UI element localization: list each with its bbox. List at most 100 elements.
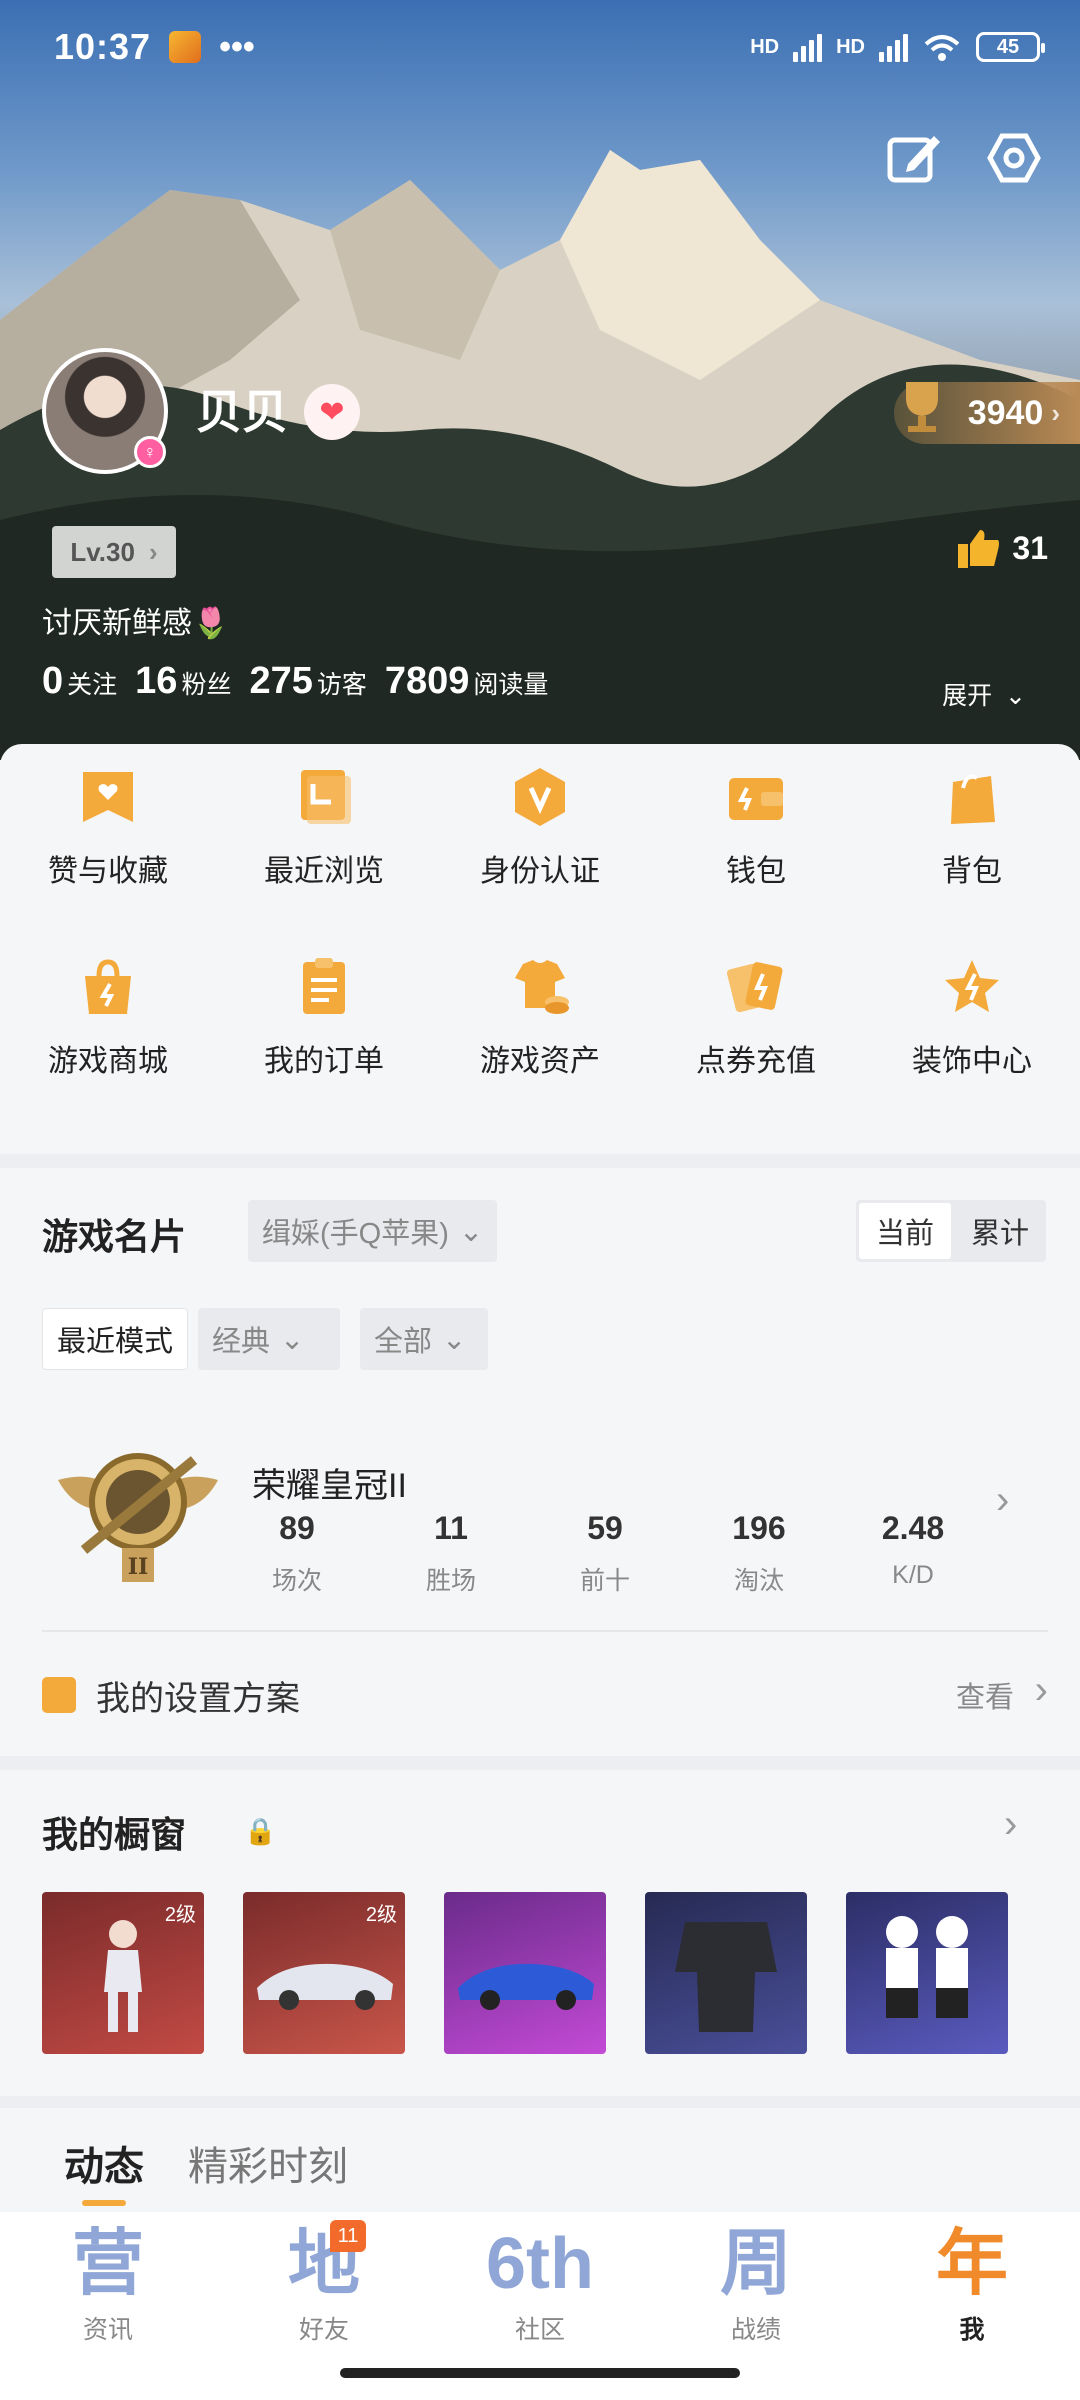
expand-button[interactable]: 展开 ⌄ xyxy=(942,676,1026,712)
section-divider xyxy=(0,1154,1080,1168)
menu-item-orders[interactable]: 我的订单 xyxy=(216,956,432,1080)
heart-icon[interactable]: ❤ xyxy=(304,384,360,440)
stat-value: 196 xyxy=(732,1510,786,1546)
home-indicator[interactable] xyxy=(340,2368,740,2378)
nav-label: 战绩 xyxy=(730,2316,781,2344)
stat-label: 场次 xyxy=(271,1567,322,1595)
profile-page: 10:37 ••• HD HD 45 ♀ 贝贝 ❤ 3940 › Lv.30 ›… xyxy=(0,0,1080,2400)
settings-plan-row[interactable]: 我的设置方案 查看 › xyxy=(42,1668,1048,1720)
menu-item-recharge[interactable]: 点券充值 xyxy=(648,956,864,1080)
showcase-item[interactable]: 2级 xyxy=(42,1892,204,2054)
range-selector[interactable]: 全部 ⌄ xyxy=(360,1308,488,1370)
chevron-down-icon: ⌄ xyxy=(280,1323,305,1356)
trophy-score-badge[interactable]: 3940 › xyxy=(894,382,1080,444)
account-selector[interactable]: 缉婇(手Q苹果) ⌄ xyxy=(248,1200,498,1262)
stat-value: 16 xyxy=(135,660,178,702)
rank-emblem-icon: II xyxy=(58,1453,218,1582)
network-hd-label-1: HD xyxy=(750,35,780,58)
menu-label: 我的订单 xyxy=(264,1045,384,1078)
nav-label: 好友 xyxy=(298,2316,349,2344)
friends-badge: 11 xyxy=(330,2220,366,2252)
nav-news[interactable]: 营 资讯 xyxy=(0,2212,216,2400)
likes-counter[interactable]: 31 xyxy=(958,528,1048,568)
rank-stat-eliminations: 196 淘汰 xyxy=(682,1510,836,1597)
type-label: 经典 xyxy=(212,1326,271,1358)
toggle-cumulative[interactable]: 累计 xyxy=(954,1200,1046,1262)
rank-detail-chevron-icon[interactable]: › xyxy=(996,1478,1009,1523)
stat-visitors[interactable]: 275 访客 xyxy=(249,660,366,703)
lock-icon: 🔒 xyxy=(244,1816,277,1846)
menu-label: 钱包 xyxy=(726,855,786,888)
stat-label: 胜场 xyxy=(425,1567,476,1595)
item-level-tag: 2级 xyxy=(164,1904,196,1926)
plan-title: 我的设置方案 xyxy=(96,1679,300,1718)
menu-item-wallet[interactable]: 钱包 xyxy=(648,766,864,890)
menu-item-verify[interactable]: 身份认证 xyxy=(432,766,648,890)
showcase-chevron-icon[interactable]: › xyxy=(1004,1802,1017,1847)
stat-reads: 7809 阅读量 xyxy=(385,660,549,703)
status-bar: 10:37 ••• HD HD 45 xyxy=(54,22,1045,72)
feature-grid: 赞与收藏 最近浏览 身份认证 钱包 背包 游戏商城 我的订单 游戏资产 点券充值… xyxy=(0,766,1080,1080)
stat-label: 关注 xyxy=(67,671,118,699)
panda-outfit-image xyxy=(886,1916,968,2018)
settings-button[interactable] xyxy=(984,128,1044,188)
network-hd-label-2: HD xyxy=(836,35,865,58)
menu-item-likes-favorites[interactable]: 赞与收藏 xyxy=(0,766,216,890)
showcase-item[interactable] xyxy=(846,1892,1008,2054)
rank-stat-top10: 59 前十 xyxy=(528,1510,682,1597)
menu-item-bag[interactable]: 背包 xyxy=(864,766,1080,890)
chevron-down-icon: ⌄ xyxy=(442,1323,467,1356)
stat-following[interactable]: 0 关注 xyxy=(42,660,117,703)
battery-icon: 45 xyxy=(976,32,1045,62)
stats-icon: 周 xyxy=(719,2224,792,2304)
edit-icon xyxy=(887,136,940,183)
toggle-current[interactable]: 当前 xyxy=(859,1203,951,1259)
bookmark-heart-icon xyxy=(83,772,133,822)
wifi-icon xyxy=(924,35,960,61)
decor-icon xyxy=(945,960,999,1012)
nav-label: 社区 xyxy=(514,2316,565,2344)
stat-value: 2.48 xyxy=(881,1510,945,1546)
menu-item-game-assets[interactable]: 游戏资产 xyxy=(432,956,648,1080)
plan-icon xyxy=(42,1677,76,1713)
nav-me[interactable]: 年 我 xyxy=(864,2212,1080,2400)
item-level-tag: 2级 xyxy=(365,1904,397,1926)
chevron-down-icon: ⌄ xyxy=(458,1215,484,1248)
stat-label: K/D xyxy=(892,1561,934,1589)
rank-stats: 89 场次 11 胜场 59 前十 196 淘汰 2.48 K/D xyxy=(220,1510,990,1597)
stat-label: 前十 xyxy=(579,1567,630,1595)
level-badge[interactable]: Lv.30 › xyxy=(52,526,176,578)
edit-profile-button[interactable] xyxy=(884,128,944,188)
menu-item-game-shop[interactable]: 游戏商城 xyxy=(0,956,216,1080)
recharge-icon xyxy=(726,962,783,1013)
type-selector[interactable]: 经典 ⌄ xyxy=(198,1308,340,1370)
menu-label: 点券充值 xyxy=(696,1045,816,1078)
avatar[interactable]: ♀ xyxy=(42,348,168,474)
mode-selector[interactable]: 最近模式 xyxy=(42,1308,189,1370)
chevron-right-icon: › xyxy=(1034,1668,1048,1712)
thumbs-up-icon xyxy=(958,530,1000,568)
tab-highlights[interactable]: 精彩时刻 xyxy=(188,2134,348,2192)
stat-label: 粉丝 xyxy=(181,671,232,699)
armor-outfit-image xyxy=(675,1922,777,2032)
menu-item-decor-center[interactable]: 装饰中心 xyxy=(864,956,1080,1080)
profile-cover: 10:37 ••• HD HD 45 ♀ 贝贝 ❤ 3940 › Lv.30 ›… xyxy=(0,0,1080,760)
female-icon: ♀ xyxy=(134,436,166,468)
gear-icon xyxy=(987,133,1041,183)
stat-followers[interactable]: 16 粉丝 xyxy=(135,660,231,703)
showcase-item[interactable]: 2级 xyxy=(243,1892,405,2054)
menu-item-recent[interactable]: 最近浏览 xyxy=(216,766,432,890)
level-label: Lv.30 xyxy=(70,536,135,567)
plan-view-link[interactable]: 查看 xyxy=(956,1674,1014,1716)
menu-label: 装饰中心 xyxy=(912,1045,1032,1078)
news-icon: 营 xyxy=(71,2224,144,2304)
game-card-title: 游戏名片 xyxy=(42,1216,187,1257)
menu-label: 最近浏览 xyxy=(264,855,384,888)
tab-activity[interactable]: 动态 xyxy=(64,2134,144,2206)
showcase-item[interactable] xyxy=(645,1892,807,2054)
showcase-items: 2级 2级 xyxy=(42,1892,1008,2054)
trophy-chevron-icon: › xyxy=(1051,397,1060,428)
showcase-item[interactable] xyxy=(444,1892,606,2054)
nav-label: 资讯 xyxy=(82,2316,133,2344)
car-skin-image xyxy=(458,1963,594,2010)
